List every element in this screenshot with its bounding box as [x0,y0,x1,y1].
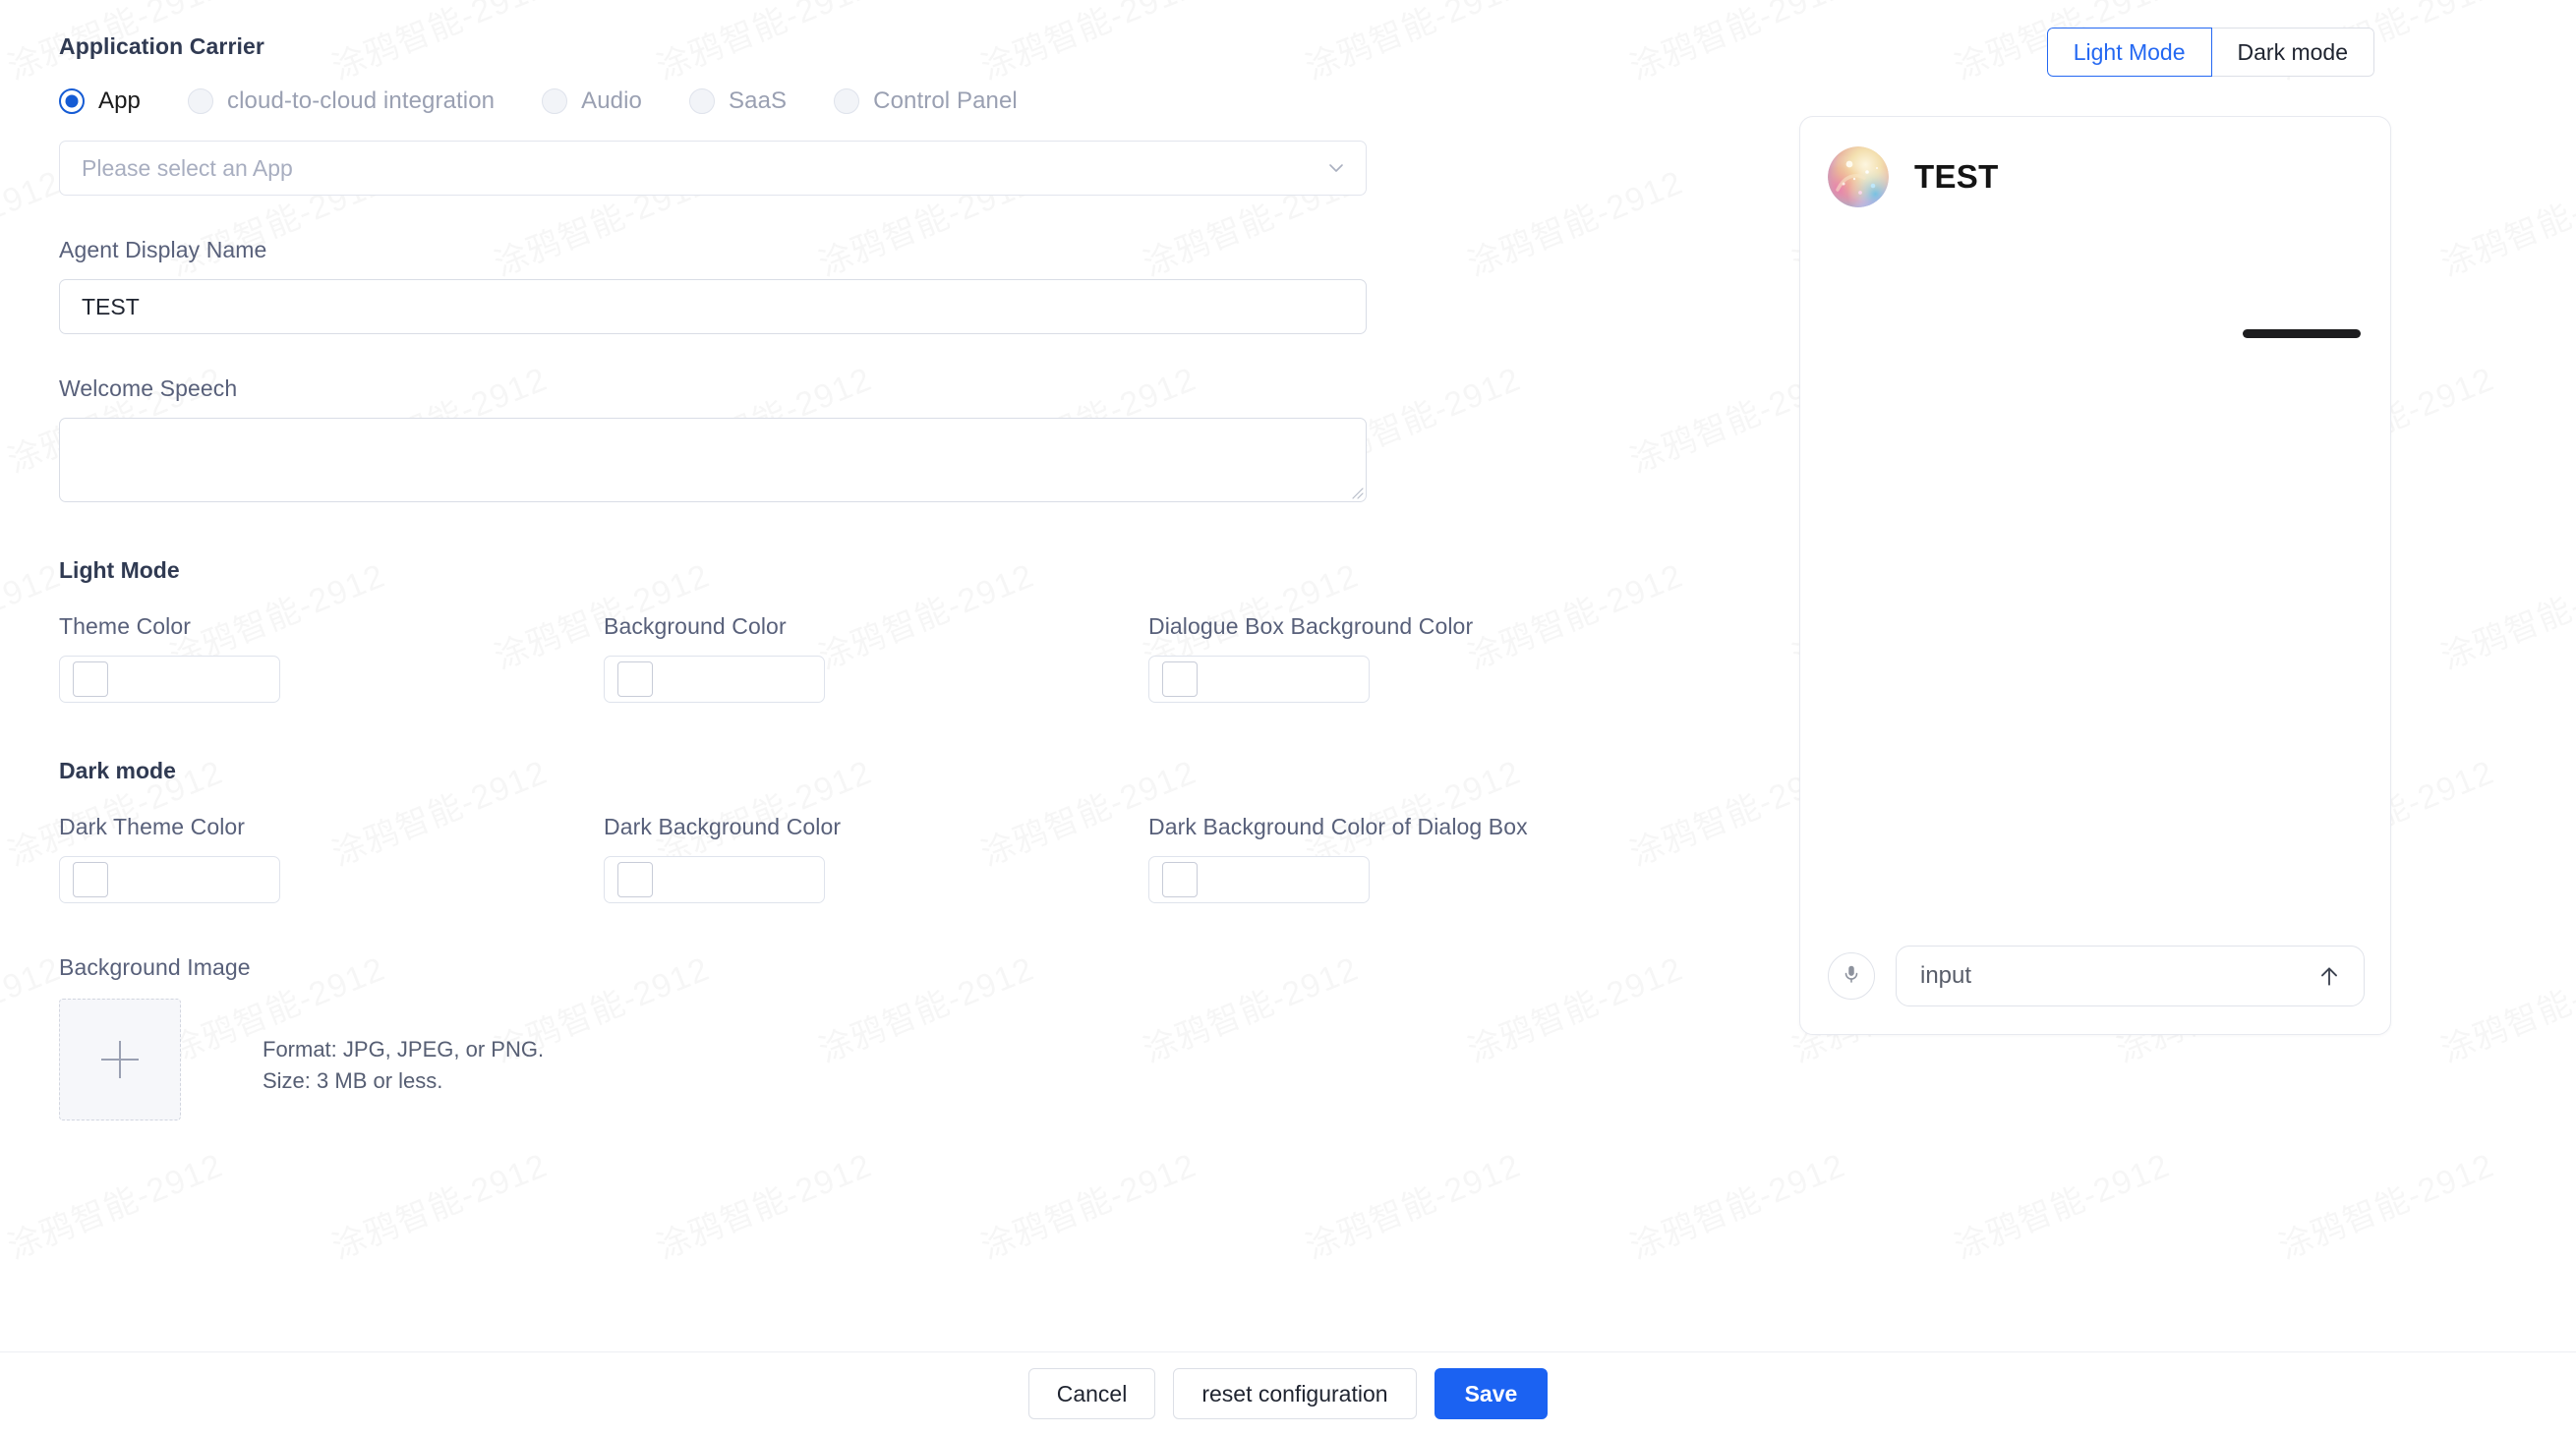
resize-grip-icon[interactable] [1350,486,1364,499]
color-picker-input[interactable] [59,656,280,703]
agent-avatar [1828,146,1889,207]
color-field-dark-background-color: Dark Background Color [604,814,1148,903]
plus-icon [101,1041,139,1078]
hint-size: Size: 3 MB or less. [263,1068,443,1094]
reset-configuration-button[interactable]: reset configuration [1173,1368,1417,1419]
microphone-icon [1841,963,1862,990]
radio-icon [689,88,716,114]
color-picker-input[interactable] [59,856,280,903]
color-swatch [617,661,653,697]
carrier-option-label: Control Panel [873,87,1018,114]
configuration-form: Application Carrier App cloud-to-cloud in… [0,0,1760,1351]
agent-display-name-input[interactable]: TEST [59,279,1367,334]
mode-toggle-dark-mode[interactable]: Dark mode [2211,28,2374,77]
app-select-placeholder: Please select an App [82,154,293,181]
color-swatch [73,661,108,697]
color-field-label: Dark Background Color of Dialog Box [1148,814,1528,839]
color-field-label: Background Color [604,613,787,639]
save-button[interactable]: Save [1434,1368,1549,1419]
dark-mode-color-row: Dark Theme Color Dark Background Color Dar… [59,814,1760,903]
mode-toggle-light-mode[interactable]: Light Mode [2046,28,2212,77]
welcome-speech-textarea[interactable] [59,418,1367,502]
agent-config-page: 涂鸦智能-2912涂鸦智能-2912涂鸦智能-2912涂鸦智能-2912涂鸦智能… [0,0,2576,1435]
carrier-option-label: Audio [581,87,643,114]
preview-pane: Light Mode Dark mode TEST input [1760,0,2576,1351]
carrier-option-audio[interactable]: Audio [542,87,642,115]
color-picker-input[interactable] [1148,856,1370,903]
arrow-up-icon[interactable] [2314,961,2344,991]
background-image-field: Background Image Format: JPG, JPEG, or P… [59,954,1760,1120]
light-mode-heading: Light Mode [59,557,180,583]
color-field-dialogue-box-background-color: Dialogue Box Background Color [1148,613,1693,703]
agent-display-name-field: Agent Display Name TEST [59,237,1760,334]
color-field-label: Dark Background Color [604,814,842,839]
color-swatch [1162,862,1198,897]
chat-composer: input [1828,946,2365,1006]
agent-name: TEST [1914,158,1999,195]
color-field-dark-theme-color: Dark Theme Color [59,814,604,903]
form-action-bar: Cancel reset configuration Save [0,1351,2576,1435]
radio-icon [59,88,85,114]
color-field-label: Dark Theme Color [59,814,246,839]
background-image-label: Background Image [59,954,251,980]
background-image-upload-row: Format: JPG, JPEG, or PNG. Size: 3 MB or… [59,999,1760,1120]
color-field-label: Dialogue Box Background Color [1148,613,1474,639]
radio-icon [188,88,214,114]
radio-icon [542,88,568,114]
welcome-speech-label: Welcome Speech [59,375,238,401]
background-image-dropzone[interactable] [59,999,181,1120]
app-select-dropdown[interactable]: Please select an App [59,141,1367,196]
application-carrier-title: Application Carrier [59,33,264,59]
theme-mode-toggle[interactable]: Light Mode Dark mode [2046,28,2374,77]
microphone-button[interactable] [1828,952,1875,1000]
carrier-option-app[interactable]: App [59,87,141,115]
radio-icon [834,88,860,114]
color-swatch [617,862,653,897]
color-picker-input[interactable] [1148,656,1370,703]
carrier-option-saas[interactable]: SaaS [689,87,787,115]
color-picker-input[interactable] [604,656,825,703]
agent-display-name-value: TEST [82,293,140,319]
light-mode-color-row: Theme Color Background Color Dialogue Box … [59,613,1760,703]
dark-mode-heading: Dark mode [59,758,176,783]
color-swatch [1162,661,1198,697]
chevron-down-icon [1326,158,1346,178]
carrier-option-control-panel[interactable]: Control Panel [834,87,1018,115]
color-picker-input[interactable] [604,856,825,903]
welcome-speech-field: Welcome Speech [59,375,1760,502]
hint-format: Format: JPG, JPEG, or PNG. [263,1037,545,1062]
background-image-hints: Format: JPG, JPEG, or PNG. Size: 3 MB or… [263,999,544,1097]
color-field-dark-background-color-of-dialog-box: Dark Background Color of Dialog Box [1148,814,1693,903]
carrier-option-cloud-to-cloud-integration[interactable]: cloud-to-cloud integration [188,87,495,115]
color-field-theme-color: Theme Color [59,613,604,703]
preview-header: TEST [1800,117,2390,207]
carrier-option-label: cloud-to-cloud integration [227,87,496,114]
carrier-option-label: App [98,87,142,114]
application-carrier-radio-group[interactable]: App cloud-to-cloud integration Audio SaaS Co… [59,87,1760,115]
agent-display-name-label: Agent Display Name [59,237,267,262]
color-field-label: Theme Color [59,613,192,639]
carrier-option-label: SaaS [729,87,788,114]
cancel-button[interactable]: Cancel [1027,1368,1156,1419]
chat-input[interactable]: input [1896,946,2365,1006]
color-swatch [73,862,108,897]
chat-input-placeholder: input [1920,962,1972,989]
agent-preview-card: TEST input [1799,116,2391,1035]
message-placeholder-bar [2243,329,2361,338]
color-field-background-color: Background Color [604,613,1148,703]
